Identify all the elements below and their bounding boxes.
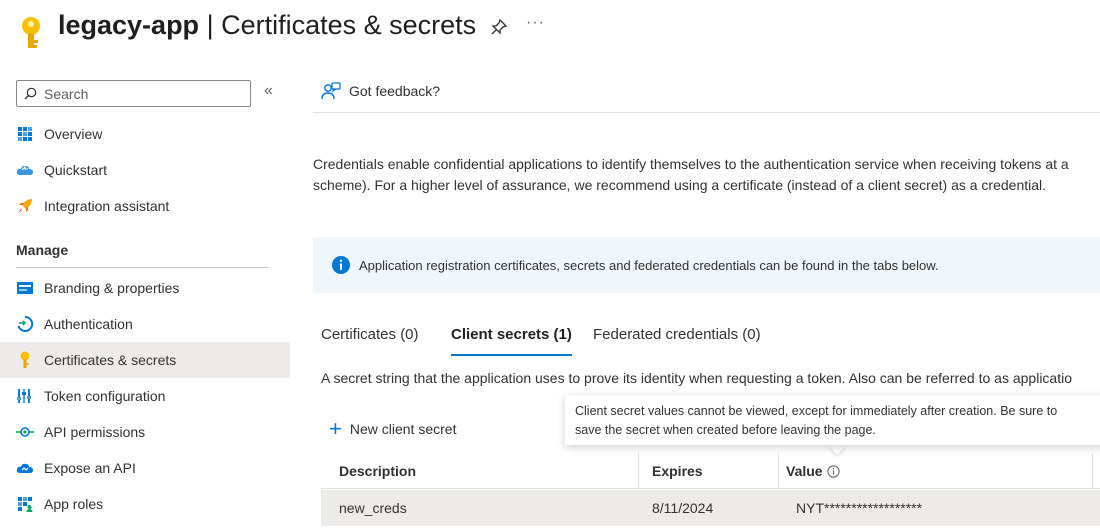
sidebar-item-label: Branding & properties [44, 280, 180, 296]
page-title: legacy-app | Certificates & secrets [58, 10, 476, 41]
sidebar-item-label: App roles [44, 496, 104, 512]
toolbar-divider [313, 112, 1100, 113]
sidebar-item-label: Certificates & secrets [44, 352, 177, 368]
description-line-2: scheme). For a higher level of assurance… [313, 177, 1047, 193]
search-icon [24, 87, 37, 100]
sidebar-item-label: Integration assistant [44, 198, 170, 214]
page-header: legacy-app | Certificates & secrets ··· [0, 0, 1100, 60]
sidebar: « Overview Quickstart [0, 70, 292, 528]
credentials-description: Credentials enable confidential applicat… [313, 154, 1100, 196]
search-input[interactable] [44, 83, 244, 104]
table-row[interactable]: new_creds 8/11/2024 NYT*****************… [321, 490, 1100, 526]
main-content: Got feedback? Credentials enable confide… [313, 70, 1100, 528]
tooltip-line-2: save the secret when created before leav… [575, 423, 876, 437]
value-info-tooltip: Client secret values cannot be viewed, e… [565, 395, 1100, 445]
feedback-label: Got feedback? [349, 83, 441, 99]
column-header-expires[interactable]: Expires [638, 453, 778, 489]
overview-grid-icon [16, 125, 34, 143]
search-box[interactable] [16, 80, 251, 107]
authentication-icon [16, 315, 34, 333]
more-options-icon[interactable]: ··· [526, 14, 545, 32]
info-tooltip-icon[interactable] [826, 464, 840, 478]
sidebar-item-branding[interactable]: Branding & properties [0, 270, 290, 306]
app-name: legacy-app [58, 10, 200, 40]
sidebar-item-overview[interactable]: Overview [0, 116, 290, 152]
tab-client-secrets[interactable]: Client secrets (1) [451, 326, 572, 356]
sidebar-item-token-configuration[interactable]: Token configuration [0, 378, 290, 414]
sidebar-item-label: Overview [44, 126, 103, 142]
key-icon [16, 351, 34, 369]
sidebar-item-label: Quickstart [44, 162, 108, 178]
info-banner: Application registration certificates, s… [313, 237, 1100, 293]
app-roles-icon [16, 495, 34, 513]
sidebar-item-quickstart[interactable]: Quickstart [0, 152, 290, 188]
description-line-1: Credentials enable confidential applicat… [313, 156, 1069, 172]
rocket-icon [16, 197, 34, 215]
sidebar-item-api-permissions[interactable]: API permissions [0, 414, 290, 450]
new-client-secret-button[interactable]: + New client secret [329, 416, 457, 441]
plus-icon: + [329, 416, 342, 441]
cell-value: NYT****************** [796, 500, 923, 516]
value-column-label: Value [786, 463, 823, 479]
sidebar-item-authentication[interactable]: Authentication [0, 306, 290, 342]
info-banner-text: Application registration certificates, s… [359, 257, 939, 273]
sidebar-item-label: API permissions [44, 424, 146, 440]
expose-api-cloud-icon [16, 459, 34, 477]
branding-icon [16, 279, 34, 297]
info-icon [332, 256, 350, 274]
tab-federated-credentials[interactable]: Federated credentials (0) [593, 326, 761, 356]
client-secret-description: A secret string that the application use… [321, 370, 1072, 386]
token-bars-icon [16, 387, 34, 405]
sidebar-item-label: Authentication [44, 316, 133, 332]
key-icon [22, 17, 40, 48]
collapse-sidebar-icon[interactable]: « [264, 82, 273, 100]
cell-description: new_creds [339, 500, 407, 516]
cell-expires: 8/11/2024 [652, 500, 714, 516]
got-feedback-button[interactable]: Got feedback? [321, 82, 440, 100]
blade-title: Certificates & secrets [221, 10, 477, 40]
section-label-manage: Manage [16, 242, 69, 258]
quickstart-cloud-icon [16, 161, 34, 179]
sidebar-item-label: Expose an API [44, 460, 136, 476]
sidebar-item-app-roles[interactable]: App roles [0, 486, 290, 522]
table-header: Description Expires Value [321, 453, 1100, 489]
new-client-secret-label: New client secret [349, 421, 457, 437]
column-header-value[interactable]: Value [778, 453, 1078, 489]
sidebar-item-expose-api[interactable]: Expose an API [0, 450, 290, 486]
tooltip-line-1: Client secret values cannot be viewed, e… [575, 404, 1058, 418]
column-separator [1092, 453, 1093, 489]
title-separator: | [199, 10, 222, 40]
sidebar-item-label: Token configuration [44, 388, 166, 404]
column-header-description[interactable]: Description [321, 453, 638, 489]
sidebar-item-certificates-secrets[interactable]: Certificates & secrets [0, 342, 290, 378]
pin-icon[interactable] [490, 18, 508, 36]
feedback-icon [321, 82, 341, 100]
sidebar-item-integration-assistant[interactable]: Integration assistant [0, 188, 290, 224]
section-divider [16, 267, 268, 268]
tab-certificates[interactable]: Certificates (0) [321, 326, 419, 356]
api-permissions-icon [16, 423, 34, 441]
